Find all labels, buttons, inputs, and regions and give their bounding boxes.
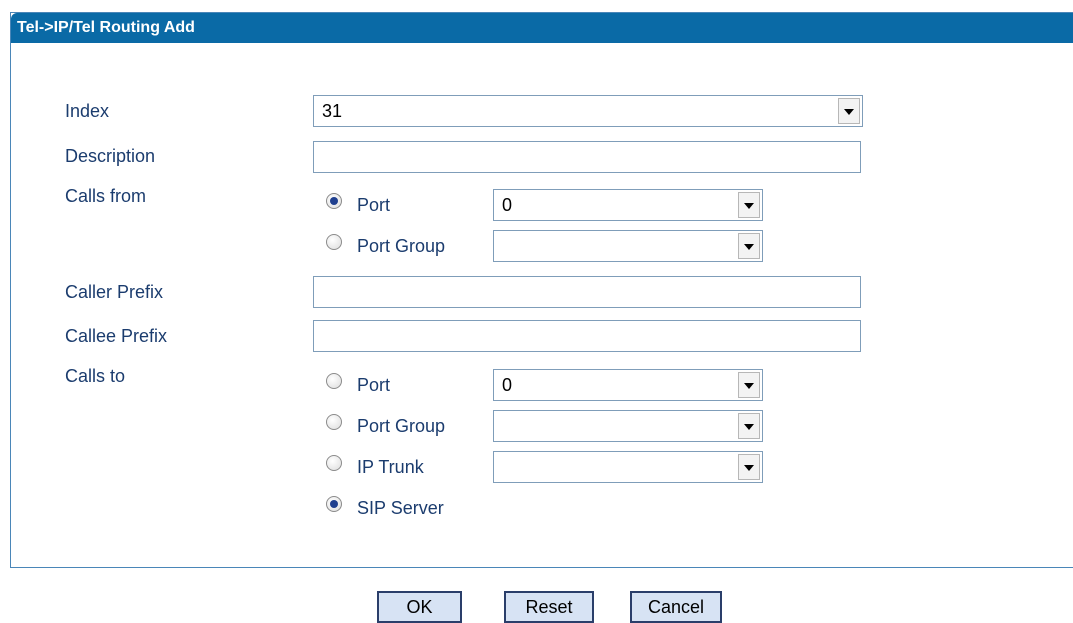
calls-from-port-group-label: Port Group	[357, 236, 446, 256]
calls-from-port-label: Port	[357, 195, 391, 215]
chevron-down-icon[interactable]	[738, 192, 760, 218]
calls-to-port-group-select[interactable]	[493, 410, 763, 442]
calls-to-sip-server-radio[interactable]	[326, 496, 342, 512]
calls-to-port-value: 0	[502, 375, 513, 395]
calls-to-ip-trunk-radio[interactable]	[326, 455, 342, 471]
callee-prefix-input[interactable]	[313, 320, 861, 352]
calls-from-port-radio[interactable]	[326, 193, 342, 209]
ok-button[interactable]: OK	[377, 591, 462, 623]
calls-to-port-radio[interactable]	[326, 373, 342, 389]
chevron-down-icon[interactable]	[838, 98, 860, 124]
index-label: Index	[65, 101, 110, 121]
chevron-down-icon[interactable]	[738, 372, 760, 398]
calls-to-port-group-label: Port Group	[357, 416, 446, 436]
calls-to-sip-server-label: SIP Server	[357, 498, 444, 518]
calls-from-port-select[interactable]: 0	[493, 189, 763, 221]
caller-prefix-input[interactable]	[313, 276, 861, 308]
callee-prefix-label: Callee Prefix	[65, 326, 168, 346]
calls-to-port-group-radio[interactable]	[326, 414, 342, 430]
caller-prefix-label: Caller Prefix	[65, 282, 164, 302]
calls-to-ip-trunk-select[interactable]	[493, 451, 763, 483]
description-input[interactable]	[313, 141, 861, 173]
index-value: 31	[322, 101, 343, 121]
calls-from-port-group-radio[interactable]	[326, 234, 342, 250]
calls-from-port-value: 0	[502, 195, 513, 215]
calls-to-port-select[interactable]: 0	[493, 369, 763, 401]
calls-from-label: Calls from	[65, 186, 147, 206]
calls-to-ip-trunk-label: IP Trunk	[357, 457, 424, 477]
calls-to-label: Calls to	[65, 366, 126, 386]
description-label: Description	[65, 146, 156, 166]
calls-from-port-group-select[interactable]	[493, 230, 763, 262]
index-select[interactable]: 31	[313, 95, 863, 127]
cancel-button[interactable]: Cancel	[630, 591, 722, 623]
chevron-down-icon[interactable]	[738, 413, 760, 439]
panel-title: Tel->IP/Tel Routing Add	[11, 13, 1073, 43]
calls-to-port-label: Port	[357, 375, 391, 395]
chevron-down-icon[interactable]	[738, 454, 760, 480]
chevron-down-icon[interactable]	[738, 233, 760, 259]
reset-button[interactable]: Reset	[504, 591, 594, 623]
